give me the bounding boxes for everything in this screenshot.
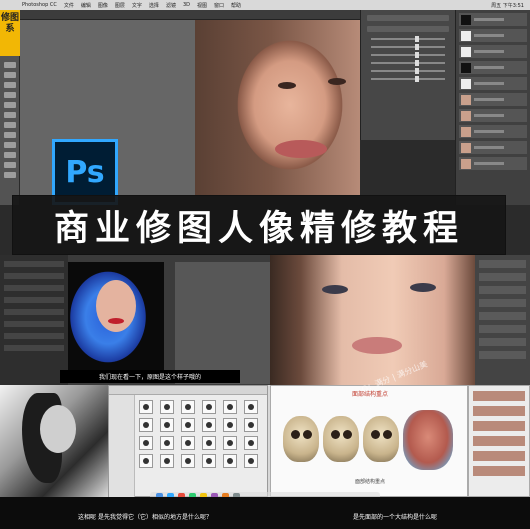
blue-hair-portrait [68,262,164,372]
move-tool-icon[interactable] [3,62,16,68]
crop-tool-icon[interactable] [3,92,16,98]
brush-tool-icon[interactable] [3,102,16,108]
file-icon[interactable] [160,400,174,414]
slide-caption: 面部结构重点 [354,479,385,485]
file-icon[interactable] [244,436,258,450]
gradient-tool-icon[interactable] [3,132,16,138]
layer-row[interactable] [459,45,527,58]
menu-image[interactable]: 图像 [98,2,108,9]
menubar-clock: 周五 下午3:51 [491,2,524,9]
marquee-tool-icon[interactable] [3,72,16,78]
layer-row[interactable] [459,61,527,74]
portrait-eye-right [328,78,346,85]
file-icon[interactable] [139,436,153,450]
layers-panel-2 [475,255,530,385]
course-banner: 商业修图人像精修教程 [12,195,506,255]
file-icon[interactable] [223,418,237,432]
thumbnail-strip [468,385,530,497]
menu-view[interactable]: 视图 [197,2,207,9]
menu-app[interactable]: Photoshop CC [22,2,57,8]
file-icon[interactable] [181,418,195,432]
options-bar [20,10,360,20]
bw-portrait [0,385,108,497]
facial-muscle-image [403,410,453,470]
history-panel [0,255,68,385]
portrait-face [195,20,360,195]
file-icon[interactable] [181,400,195,414]
preset-dropdown[interactable] [367,26,449,32]
finder-window [108,385,268,497]
file-icon[interactable] [160,436,174,450]
layer-row[interactable] [459,93,527,106]
layer-row[interactable] [459,125,527,138]
screen: Photoshop CC 文件 编辑 图像 图层 文字 选择 滤镜 3D 视图 … [0,0,530,529]
menu-filter[interactable]: 滤镜 [166,2,176,9]
file-icon[interactable] [202,400,216,414]
file-icon[interactable] [202,454,216,468]
slider[interactable] [371,60,445,66]
video-subtitle: 这相呢 是先我觉得它（它）相似的地方是什么呢？ [78,514,212,521]
skull-image [363,416,399,462]
file-icon[interactable] [139,418,153,432]
portrait-lips [275,140,327,158]
slider[interactable] [371,68,445,74]
finder-titlebar[interactable] [109,386,267,395]
course-title: 商业修图人像精修教程 [53,208,464,249]
slider[interactable] [371,76,445,82]
skull-image [283,416,319,462]
panel-header [367,15,449,21]
file-grid [139,400,262,468]
layer-row[interactable] [459,77,527,90]
menu-help[interactable]: 帮助 [231,2,241,9]
closeup-eye-right [410,283,436,292]
menu-window[interactable]: 窗口 [214,2,224,9]
video-subtitle: 我们现在看一下，原图是这个样子哦的 [60,370,240,383]
menubar: Photoshop CC 文件 编辑 图像 图层 文字 选择 滤镜 3D 视图 … [0,0,530,10]
file-icon[interactable] [139,400,153,414]
file-icon[interactable] [181,454,195,468]
skull-image [323,416,359,462]
file-icon[interactable] [244,454,258,468]
file-icon[interactable] [160,418,174,432]
menu-select[interactable]: 选择 [149,2,159,9]
layer-row[interactable] [459,109,527,122]
dodge-tool-icon[interactable] [3,142,16,148]
menu-3d[interactable]: 3D [183,2,190,8]
layer-row[interactable] [459,157,527,170]
file-icon[interactable] [181,436,195,450]
file-icon[interactable] [223,436,237,450]
layer-row[interactable] [459,141,527,154]
file-icon[interactable] [244,418,258,432]
layers-panel [455,10,530,205]
portrait-eye-left [278,82,296,89]
lasso-tool-icon[interactable] [3,82,16,88]
layer-row[interactable] [459,29,527,42]
eraser-tool-icon[interactable] [3,122,16,128]
text-tool-icon[interactable] [3,162,16,168]
menu-file[interactable]: 文件 [64,2,74,9]
slider[interactable] [371,52,445,58]
pen-tool-icon[interactable] [3,152,16,158]
slider[interactable] [371,44,445,50]
closeup-lips [352,337,402,354]
menu-type[interactable]: 文字 [132,2,142,9]
menu-layer[interactable]: 图层 [115,2,125,9]
closeup-eye-left [322,285,348,294]
file-icon[interactable] [202,418,216,432]
stamp-tool-icon[interactable] [3,112,16,118]
video-subtitle: 是先面部的一个大结构是什么呢 [352,514,437,521]
hand-tool-icon[interactable] [3,172,16,178]
file-icon[interactable] [223,400,237,414]
file-icon[interactable] [160,454,174,468]
file-icon[interactable] [223,454,237,468]
file-icon[interactable] [139,454,153,468]
layer-row[interactable] [459,13,527,26]
file-icon[interactable] [202,436,216,450]
series-badge: 修图系 [0,10,20,56]
slider[interactable] [371,36,445,42]
file-icon[interactable] [244,400,258,414]
adjustments-panel [360,10,455,140]
finder-sidebar [109,395,135,497]
menu-edit[interactable]: 编辑 [81,2,91,9]
